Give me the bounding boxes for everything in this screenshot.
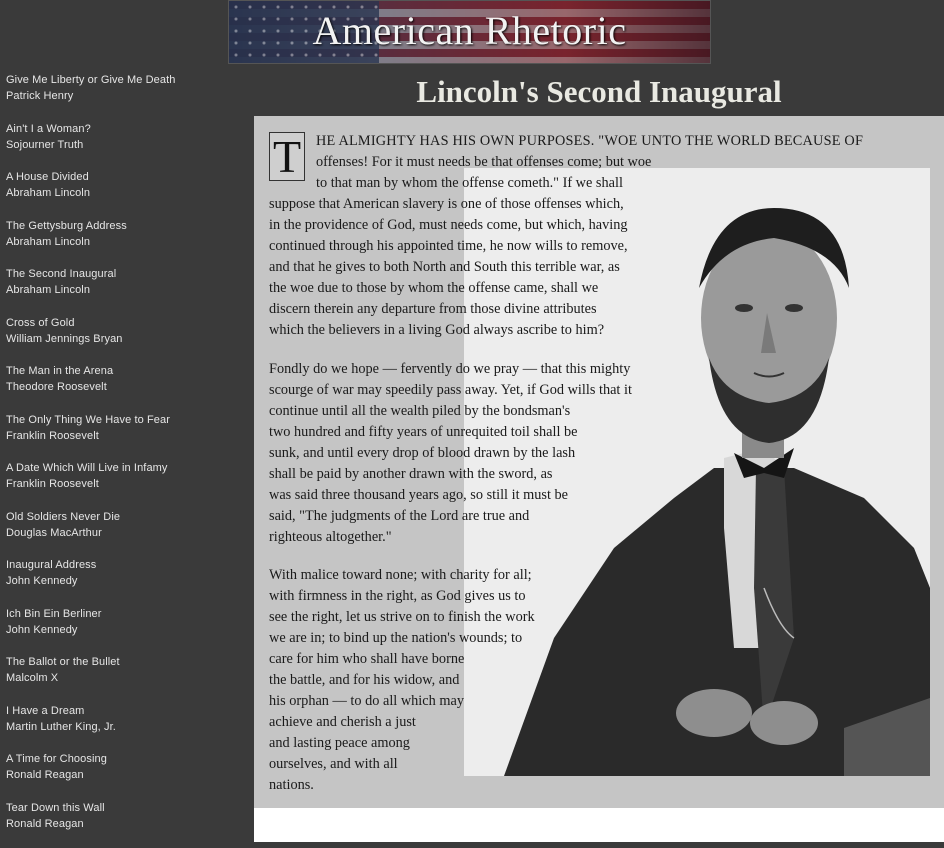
paragraph-line: the woe due to those by whom the offense… <box>269 278 863 299</box>
nav-item-cross-of-gold[interactable]: Cross of Gold William Jennings Bryan <box>6 315 246 364</box>
nav-item-author: Theodore Roosevelt <box>6 379 246 395</box>
content-footer-area <box>254 808 944 842</box>
nav-item-author: Patrick Henry <box>6 88 246 104</box>
paragraph-line: achieve and cherish a just <box>269 712 535 733</box>
nav-item-author: Abraham Lincoln <box>6 185 246 201</box>
nav-item-title: The Only Thing We Have to Fear <box>6 412 246 428</box>
nav-item-author: William Jennings Bryan <box>6 331 246 347</box>
nav-item-old-soldiers[interactable]: Old Soldiers Never Die Douglas MacArthur <box>6 509 246 558</box>
nav-item-author: Martin Luther King, Jr. <box>6 719 246 735</box>
paragraph-line: was said three thousand years ago, so st… <box>269 485 632 506</box>
nav-item-title: A Time for Choosing <box>6 751 246 767</box>
paragraph-line: scourge of war may speedily pass away. Y… <box>269 380 632 401</box>
nav-item-author: Franklin Roosevelt <box>6 428 246 444</box>
nav-item-title: Give Me Liberty or Give Me Death <box>6 72 246 88</box>
paragraph-line: care for him who shall have borne <box>269 649 535 670</box>
site-title: American Rhetoric <box>229 7 710 54</box>
speech-content: T HE ALMIGHTY HAS HIS OWN PURPOSES. "WOE… <box>254 116 944 808</box>
paragraph-line: sunk, and until every drop of blood draw… <box>269 443 632 464</box>
nav-item-title: The Man in the Arena <box>6 363 246 379</box>
nav-item-title: Tear Down this Wall <box>6 800 246 816</box>
paragraph-line: suppose that American slavery is one of … <box>269 194 863 215</box>
nav-item-author: John Kennedy <box>6 573 246 589</box>
nav-item-title: The Second Inaugural <box>6 266 246 282</box>
paragraph-line: in the providence of God, must needs com… <box>269 215 863 236</box>
nav-item-berliner[interactable]: Ich Bin Ein Berliner John Kennedy <box>6 606 246 655</box>
paragraph-line: with firmness in the right, as God gives… <box>269 586 535 607</box>
nav-item-title: Ich Bin Ein Berliner <box>6 606 246 622</box>
speech-paragraph-3: With malice toward none; with charity fo… <box>269 565 535 796</box>
nav-item-author: Ronald Reagan <box>6 767 246 783</box>
paragraph-line: ourselves, and with all <box>269 754 535 775</box>
nav-item-date-of-infamy[interactable]: A Date Which Will Live in Infamy Frankli… <box>6 460 246 509</box>
paragraph-line: we are in; to bind up the nation's wound… <box>269 628 535 649</box>
paragraph-line: and lasting peace among <box>269 733 535 754</box>
nav-item-tear-down-this-wall[interactable]: Tear Down this Wall Ronald Reagan <box>6 800 246 848</box>
nav-item-author: Sojourner Truth <box>6 137 246 153</box>
nav-item-author: Ronald Reagan <box>6 816 246 832</box>
nav-item-author: Malcolm X <box>6 670 246 686</box>
nav-item-house-divided[interactable]: A House Divided Abraham Lincoln <box>6 169 246 218</box>
nav-item-title: A Date Which Will Live in Infamy <box>6 460 246 476</box>
nav-item-aint-i-a-woman[interactable]: Ain't I a Woman? Sojourner Truth <box>6 121 246 170</box>
nav-item-title: Ain't I a Woman? <box>6 121 246 137</box>
paragraph-line: his orphan — to do all which may <box>269 691 535 712</box>
paragraph-line: which the believers in a living God alwa… <box>269 320 863 341</box>
nav-item-title: The Gettysburg Address <box>6 218 246 234</box>
paragraph-line: discern therein any departure from those… <box>269 299 863 320</box>
paragraph-line: continue until all the wealth piled by t… <box>269 401 632 422</box>
page-title: Lincoln's Second Inaugural <box>254 74 944 110</box>
nav-item-author: John Kennedy <box>6 622 246 638</box>
site-banner[interactable]: American Rhetoric <box>228 0 711 64</box>
paragraph-line: see the right, let us strive on to finis… <box>269 607 535 628</box>
nav-item-time-for-choosing[interactable]: A Time for Choosing Ronald Reagan <box>6 751 246 800</box>
paragraph-line: continued through his appointed time, he… <box>269 236 863 257</box>
nav-item-give-me-liberty[interactable]: Give Me Liberty or Give Me Death Patrick… <box>6 72 246 121</box>
nav-item-inaugural-address[interactable]: Inaugural Address John Kennedy <box>6 557 246 606</box>
nav-item-title: Old Soldiers Never Die <box>6 509 246 525</box>
nav-item-i-have-a-dream[interactable]: I Have a Dream Martin Luther King, Jr. <box>6 703 246 752</box>
nav-item-title: I Have a Dream <box>6 703 246 719</box>
nav-item-author: Douglas MacArthur <box>6 525 246 541</box>
paragraph-line: said, "The judgments of the Lord are tru… <box>269 506 632 527</box>
speech-paragraph-1: HE ALMIGHTY HAS HIS OWN PURPOSES. "WOE U… <box>269 131 863 341</box>
nav-item-man-in-the-arena[interactable]: The Man in the Arena Theodore Roosevelt <box>6 363 246 412</box>
paragraph-line: offenses! For it must needs be that offe… <box>269 152 863 173</box>
nav-item-second-inaugural[interactable]: The Second Inaugural Abraham Lincoln <box>6 266 246 315</box>
paragraph-line: shall be paid by another drawn with the … <box>269 464 632 485</box>
paragraph-line: the battle, and for his widow, and <box>269 670 535 691</box>
nav-item-title: A House Divided <box>6 169 246 185</box>
nav-item-title: Inaugural Address <box>6 557 246 573</box>
nav-item-title: Cross of Gold <box>6 315 246 331</box>
nav-item-ballot-or-bullet[interactable]: The Ballot or the Bullet Malcolm X <box>6 654 246 703</box>
nav-item-only-thing-to-fear[interactable]: The Only Thing We Have to Fear Franklin … <box>6 412 246 461</box>
nav-item-author: Franklin Roosevelt <box>6 476 246 492</box>
nav-item-title: The Ballot or the Bullet <box>6 654 246 670</box>
speech-nav: Give Me Liberty or Give Me Death Patrick… <box>6 72 246 848</box>
nav-item-author: Abraham Lincoln <box>6 234 246 250</box>
paragraph-line: righteous altogether." <box>269 527 632 548</box>
nav-item-gettysburg[interactable]: The Gettysburg Address Abraham Lincoln <box>6 218 246 267</box>
paragraph-line: Fondly do we hope — fervently do we pray… <box>269 359 632 380</box>
paragraph-line: and that he gives to both North and Sout… <box>269 257 863 278</box>
paragraph-line: HE ALMIGHTY HAS HIS OWN PURPOSES. "WOE U… <box>269 131 863 152</box>
paragraph-line: two hundred and fifty years of unrequite… <box>269 422 632 443</box>
paragraph-line: to that man by whom the offense cometh."… <box>269 173 863 194</box>
paragraph-line: nations. <box>269 775 535 796</box>
paragraph-line: With malice toward none; with charity fo… <box>269 565 535 586</box>
speech-paragraph-2: Fondly do we hope — fervently do we pray… <box>269 359 632 548</box>
nav-item-author: Abraham Lincoln <box>6 282 246 298</box>
